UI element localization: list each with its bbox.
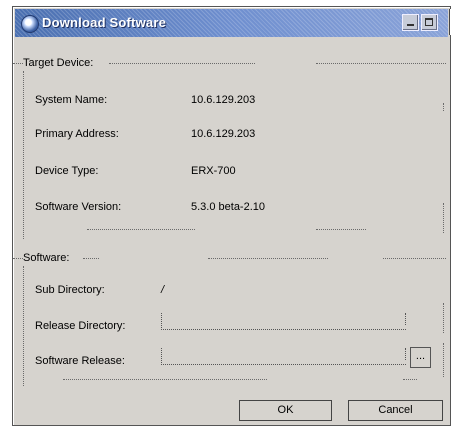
group-border (443, 343, 444, 377)
group-border (23, 71, 24, 239)
group-border (443, 203, 444, 233)
software-release-label: Software Release: (35, 355, 125, 367)
title-bar[interactable]: Download Software (15, 9, 448, 37)
group-border (83, 258, 99, 259)
system-name-label: System Name: (35, 94, 108, 106)
ok-button[interactable]: OK (239, 400, 332, 421)
group-border (403, 379, 417, 380)
software-release-field[interactable] (161, 348, 406, 365)
release-directory-field[interactable] (161, 313, 406, 330)
sub-directory-label: Sub Directory: (35, 284, 105, 296)
group-border (87, 229, 195, 230)
group-border (109, 63, 255, 64)
software-version-label: Software Version: (35, 201, 122, 213)
primary-address-label: Primary Address: (35, 128, 119, 140)
primary-address-value: 10.6.129.203 (191, 128, 256, 140)
device-type-value: ERX-700 (191, 165, 236, 177)
group-border (443, 303, 444, 333)
group-border (23, 266, 24, 386)
group-border (316, 229, 366, 230)
software-version-value: 5.3.0 beta-2.10 (191, 201, 266, 213)
cancel-button[interactable]: Cancel (348, 400, 443, 421)
minimize-button[interactable] (402, 14, 419, 31)
system-name-value: 10.6.129.203 (191, 94, 256, 106)
download-software-dialog: Download Software Target Device: System … (12, 6, 454, 426)
group-border (13, 63, 23, 64)
group-border (13, 258, 23, 259)
group-border (316, 63, 446, 64)
group-border (383, 258, 446, 259)
group-border (443, 103, 444, 111)
target-device-group-title: Target Device: (23, 57, 94, 69)
device-type-label: Device Type: (35, 165, 99, 177)
maximize-button[interactable] (421, 14, 438, 31)
title-bar-edge (449, 9, 454, 35)
release-directory-label: Release Directory: (35, 320, 126, 332)
sub-directory-value: / (161, 284, 165, 296)
software-group-title: Software: (23, 252, 70, 264)
browse-button[interactable]: ... (410, 347, 431, 368)
group-border (63, 379, 267, 380)
window-title: Download Software (42, 15, 167, 30)
app-icon (21, 15, 39, 33)
group-border (208, 258, 328, 259)
